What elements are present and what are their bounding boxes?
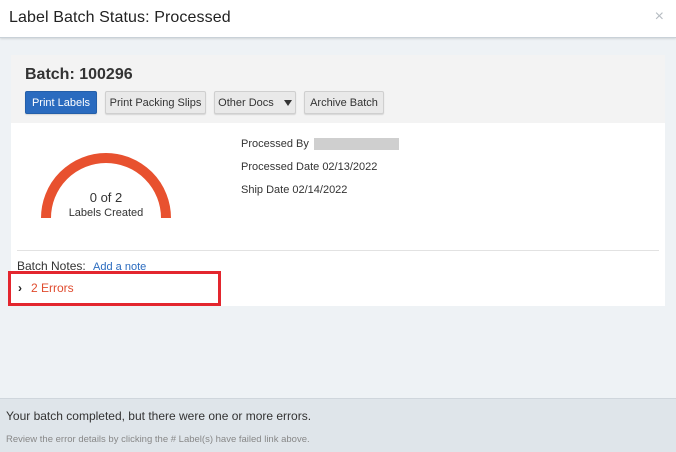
errors-highlight-box: › 2 Errors — [8, 271, 221, 306]
other-docs-dropdown[interactable]: Other Docs — [214, 91, 296, 114]
caret-down-icon — [283, 99, 292, 106]
gauge-value: 0 of 2 — [89, 190, 123, 205]
batch-panel: Batch: 100296 Print Labels Print Packing… — [8, 55, 665, 306]
footer-message: Your batch completed, but there were one… — [6, 409, 312, 423]
modal-header: Label Batch Status: Processed × — [0, 0, 676, 38]
footer-sub-message: Review the error details by clicking the… — [6, 434, 310, 445]
processed-by: Processed By — [241, 138, 399, 151]
print-packing-slips-button[interactable]: Print Packing Slips — [105, 91, 206, 114]
batch-header: Batch: 100296 Print Labels Print Packing… — [11, 55, 665, 123]
processed-date: Processed Date 02/13/2022 — [241, 161, 378, 173]
print-labels-button[interactable]: Print Labels — [25, 91, 97, 114]
errors-toggle[interactable]: › 2 Errors — [18, 281, 74, 295]
status-footer: Your batch completed, but there were one… — [0, 398, 676, 452]
redacted-name — [313, 138, 399, 151]
errors-count: 2 Errors — [31, 281, 74, 295]
divider — [17, 250, 659, 251]
close-icon[interactable]: × — [655, 8, 664, 26]
batch-title: Batch: 100296 — [25, 66, 133, 83]
archive-batch-button[interactable]: Archive Batch — [304, 91, 384, 114]
modal-title: Label Batch Status: Processed — [9, 9, 231, 26]
other-docs-label: Other Docs — [218, 96, 274, 109]
labels-created-gauge: 0 of 2 Labels Created — [24, 136, 188, 226]
processed-by-label: Processed By — [241, 138, 309, 150]
ship-date: Ship Date 02/14/2022 — [241, 184, 348, 196]
chevron-right-icon: › — [18, 281, 22, 295]
gauge-label: Labels Created — [68, 207, 144, 219]
